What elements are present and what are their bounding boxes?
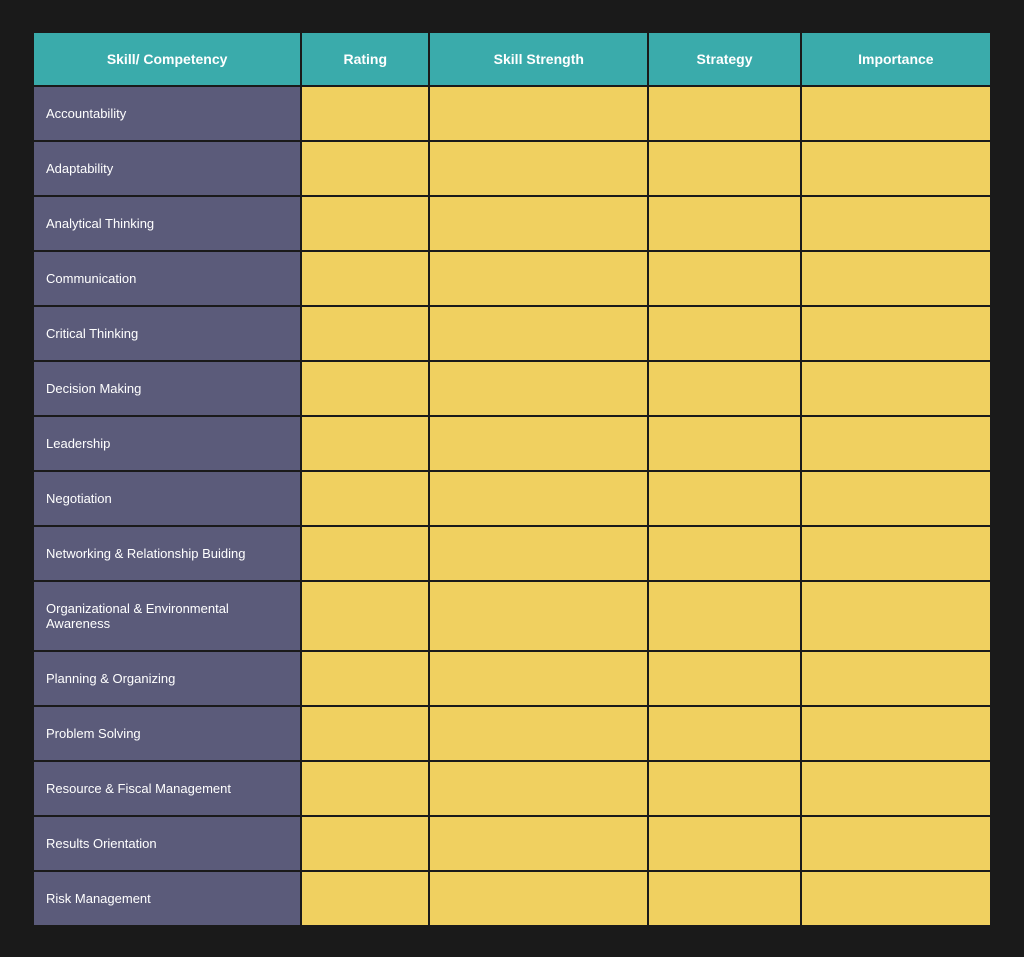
- table-row: Networking & Relationship Buiding: [33, 526, 991, 581]
- table-row: Negotiation: [33, 471, 991, 526]
- cell-analytical-thinking-importance[interactable]: [801, 196, 991, 251]
- table-row: Leadership: [33, 416, 991, 471]
- row-label-decision-making: Decision Making: [33, 361, 301, 416]
- cell-results-importance[interactable]: [801, 816, 991, 871]
- table-row: Analytical Thinking: [33, 196, 991, 251]
- cell-critical-thinking-strength[interactable]: [429, 306, 648, 361]
- cell-adaptability-rating[interactable]: [301, 141, 429, 196]
- cell-planning-strategy[interactable]: [648, 651, 800, 706]
- cell-problem-solving-rating[interactable]: [301, 706, 429, 761]
- cell-decision-making-importance[interactable]: [801, 361, 991, 416]
- header-importance: Importance: [801, 32, 991, 86]
- cell-decision-making-strength[interactable]: [429, 361, 648, 416]
- cell-planning-strength[interactable]: [429, 651, 648, 706]
- cell-adaptability-importance[interactable]: [801, 141, 991, 196]
- table-row: Decision Making: [33, 361, 991, 416]
- cell-adaptability-strategy[interactable]: [648, 141, 800, 196]
- cell-adaptability-strength[interactable]: [429, 141, 648, 196]
- cell-leadership-importance[interactable]: [801, 416, 991, 471]
- cell-planning-importance[interactable]: [801, 651, 991, 706]
- row-label-results: Results Orientation: [33, 816, 301, 871]
- table-row: Risk Management: [33, 871, 991, 926]
- row-label-critical-thinking: Critical Thinking: [33, 306, 301, 361]
- cell-negotiation-strategy[interactable]: [648, 471, 800, 526]
- cell-networking-strategy[interactable]: [648, 526, 800, 581]
- row-label-analytical-thinking: Analytical Thinking: [33, 196, 301, 251]
- cell-analytical-thinking-strength[interactable]: [429, 196, 648, 251]
- table-row: Results Orientation: [33, 816, 991, 871]
- cell-leadership-strength[interactable]: [429, 416, 648, 471]
- cell-results-strength[interactable]: [429, 816, 648, 871]
- cell-decision-making-rating[interactable]: [301, 361, 429, 416]
- table-row: Communication: [33, 251, 991, 306]
- cell-risk-strength[interactable]: [429, 871, 648, 926]
- cell-risk-strategy[interactable]: [648, 871, 800, 926]
- cell-risk-importance[interactable]: [801, 871, 991, 926]
- cell-accountability-importance[interactable]: [801, 86, 991, 141]
- table-row: Critical Thinking: [33, 306, 991, 361]
- cell-accountability-strength[interactable]: [429, 86, 648, 141]
- row-label-problem-solving: Problem Solving: [33, 706, 301, 761]
- cell-negotiation-importance[interactable]: [801, 471, 991, 526]
- cell-communication-strength[interactable]: [429, 251, 648, 306]
- cell-critical-thinking-importance[interactable]: [801, 306, 991, 361]
- cell-planning-rating[interactable]: [301, 651, 429, 706]
- table-container: Skill/ Competency Rating Skill Strength …: [22, 21, 1002, 937]
- header-strategy: Strategy: [648, 32, 800, 86]
- cell-networking-importance[interactable]: [801, 526, 991, 581]
- cell-negotiation-rating[interactable]: [301, 471, 429, 526]
- cell-analytical-thinking-strategy[interactable]: [648, 196, 800, 251]
- cell-organizational-rating[interactable]: [301, 581, 429, 651]
- cell-organizational-importance[interactable]: [801, 581, 991, 651]
- cell-problem-solving-strategy[interactable]: [648, 706, 800, 761]
- cell-resource-rating[interactable]: [301, 761, 429, 816]
- cell-communication-rating[interactable]: [301, 251, 429, 306]
- table-row: Planning & Organizing: [33, 651, 991, 706]
- cell-problem-solving-strength[interactable]: [429, 706, 648, 761]
- row-label-organizational: Organizational & Environmental Awareness: [33, 581, 301, 651]
- cell-communication-strategy[interactable]: [648, 251, 800, 306]
- header-rating: Rating: [301, 32, 429, 86]
- cell-communication-importance[interactable]: [801, 251, 991, 306]
- row-label-planning: Planning & Organizing: [33, 651, 301, 706]
- cell-organizational-strategy[interactable]: [648, 581, 800, 651]
- table-row: Organizational & Environmental Awareness: [33, 581, 991, 651]
- header-strength: Skill Strength: [429, 32, 648, 86]
- row-label-communication: Communication: [33, 251, 301, 306]
- cell-negotiation-strength[interactable]: [429, 471, 648, 526]
- cell-accountability-strategy[interactable]: [648, 86, 800, 141]
- cell-organizational-strength[interactable]: [429, 581, 648, 651]
- cell-analytical-thinking-rating[interactable]: [301, 196, 429, 251]
- cell-resource-strength[interactable]: [429, 761, 648, 816]
- header-skill: Skill/ Competency: [33, 32, 301, 86]
- cell-problem-solving-importance[interactable]: [801, 706, 991, 761]
- row-label-adaptability: Adaptability: [33, 141, 301, 196]
- cell-critical-thinking-rating[interactable]: [301, 306, 429, 361]
- header-row: Skill/ Competency Rating Skill Strength …: [33, 32, 991, 86]
- cell-risk-rating[interactable]: [301, 871, 429, 926]
- cell-leadership-rating[interactable]: [301, 416, 429, 471]
- table-row: Resource & Fiscal Management: [33, 761, 991, 816]
- row-label-leadership: Leadership: [33, 416, 301, 471]
- cell-resource-importance[interactable]: [801, 761, 991, 816]
- cell-leadership-strategy[interactable]: [648, 416, 800, 471]
- cell-accountability-rating[interactable]: [301, 86, 429, 141]
- row-label-networking: Networking & Relationship Buiding: [33, 526, 301, 581]
- cell-results-rating[interactable]: [301, 816, 429, 871]
- row-label-accountability: Accountability: [33, 86, 301, 141]
- table-row: Problem Solving: [33, 706, 991, 761]
- table-row: Adaptability: [33, 141, 991, 196]
- cell-resource-strategy[interactable]: [648, 761, 800, 816]
- cell-decision-making-strategy[interactable]: [648, 361, 800, 416]
- table-row: Accountability: [33, 86, 991, 141]
- cell-critical-thinking-strategy[interactable]: [648, 306, 800, 361]
- cell-results-strategy[interactable]: [648, 816, 800, 871]
- row-label-resource: Resource & Fiscal Management: [33, 761, 301, 816]
- row-label-negotiation: Negotiation: [33, 471, 301, 526]
- row-label-risk: Risk Management: [33, 871, 301, 926]
- skills-table: Skill/ Competency Rating Skill Strength …: [32, 31, 992, 927]
- cell-networking-strength[interactable]: [429, 526, 648, 581]
- cell-networking-rating[interactable]: [301, 526, 429, 581]
